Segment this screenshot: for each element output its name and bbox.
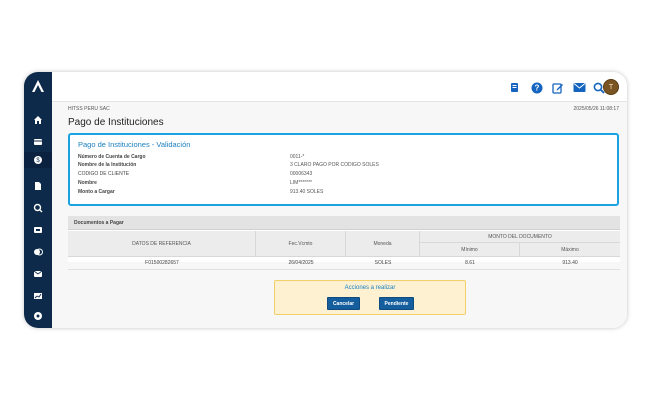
help-icon[interactable]: ?: [530, 81, 543, 94]
transfer-icon[interactable]: [30, 222, 46, 238]
cancel-button[interactable]: Cancelar: [327, 297, 360, 310]
sidebar: $: [24, 72, 52, 328]
mail-icon[interactable]: [573, 81, 586, 94]
validation-label: Nombre de la Institución: [78, 162, 137, 168]
column-header-max: Máximo: [520, 243, 620, 257]
bank-icon[interactable]: [508, 81, 521, 94]
document-icon[interactable]: [30, 178, 46, 194]
validation-panel: Pago de Instituciones - Validación Númer…: [68, 133, 619, 206]
cell-due-date: 26/04/2025: [288, 260, 314, 266]
validation-row: Número de Cuenta de Cargo 0011-*: [78, 154, 614, 161]
exchange-icon[interactable]: [30, 244, 46, 260]
session-datetime: 2025/05/26 11:08:17: [573, 106, 619, 112]
validation-value: 00006343: [290, 171, 313, 177]
validation-label: CODIGO DE CLIENTE: [78, 171, 130, 177]
documents-header: Documentos a Pagar: [68, 216, 620, 230]
validation-value: 0011-*: [290, 154, 305, 160]
validation-value: 3 CLARO PAGO POR CODIGO SOLES: [290, 162, 379, 168]
row-divider: [68, 269, 620, 270]
search-money-icon[interactable]: [30, 200, 46, 216]
actions-panel: Acciones a realizar Cancelar Pendiente: [274, 280, 466, 315]
documents-title: Documentos a Pagar: [74, 220, 124, 226]
validation-row: CODIGO DE CLIENTE 00006343: [78, 171, 614, 178]
cell-reference: F01500282657: [145, 260, 179, 266]
brand-logo-icon[interactable]: [30, 78, 46, 94]
mail-card-icon[interactable]: [30, 266, 46, 282]
page-title: Pago de Instituciones: [68, 117, 164, 128]
home-icon[interactable]: [30, 112, 46, 128]
validation-title: Pago de Instituciones - Validación: [78, 140, 191, 149]
column-header-reference: DATOS DE REFERENCIA: [68, 231, 256, 257]
validation-value: 913.40 SOLES: [290, 189, 324, 195]
avatar[interactable]: T: [603, 79, 619, 95]
app-window: $ ? T HITSS PERU SAC 2025/05/26 11:08:17…: [24, 72, 627, 328]
svg-text:?: ?: [534, 83, 539, 92]
validation-row: Monto a Cargar 913.40 SOLES: [78, 189, 614, 196]
actions-title: Acciones a realizar: [344, 285, 396, 291]
column-header-min: Mínimo: [420, 243, 520, 257]
top-bar: ? T: [52, 72, 627, 102]
validation-value: LIM*******: [290, 180, 312, 186]
cell-max: 913.40: [562, 260, 578, 266]
column-header-currency: Moneda: [346, 231, 420, 257]
validation-row: Nombre de la Institución 3 CLARO PAGO PO…: [78, 162, 614, 169]
edit-icon[interactable]: [551, 81, 564, 94]
company-name: HITSS PERU SAC: [68, 106, 110, 112]
validation-label: Número de Cuenta de Cargo: [78, 154, 146, 160]
cell-currency: SOLES: [374, 260, 392, 266]
validation-row: Nombre LIM*******: [78, 180, 614, 187]
column-header-due-date: Fec.Vcmto: [256, 231, 346, 257]
column-header-amount: MONTO DEL DOCUMENTO: [420, 231, 620, 243]
main-content: HITSS PERU SAC 2025/05/26 11:08:17 Pago …: [52, 102, 627, 328]
card-icon[interactable]: [30, 134, 46, 150]
payment-icon[interactable]: $: [24, 152, 52, 168]
cell-min: 8.61: [465, 260, 475, 266]
settings-icon[interactable]: [30, 308, 46, 324]
pending-button[interactable]: Pendiente: [379, 297, 414, 310]
validation-label: Nombre: [78, 180, 97, 186]
chart-icon[interactable]: [30, 288, 46, 304]
documents-table: Documentos a Pagar DATOS DE REFERENCIA F…: [68, 216, 620, 270]
validation-label: Monto a Cargar: [78, 189, 115, 195]
